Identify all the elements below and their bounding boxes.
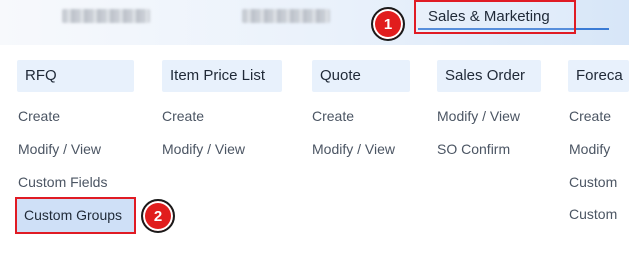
menu-item-quote-modify-view[interactable]: Modify / View xyxy=(312,141,395,157)
callout-badge-2: 2 xyxy=(141,199,175,233)
menu-column-sales-order: Sales Order xyxy=(437,60,541,92)
menu-item-forecast-modify[interactable]: Modify xyxy=(569,141,610,157)
menu-header-item-price-list[interactable]: Item Price List xyxy=(162,60,282,92)
callout-badge-1: 1 xyxy=(371,7,405,41)
menu-item-rfq-create[interactable]: Create xyxy=(18,108,60,124)
menu-header-rfq[interactable]: RFQ xyxy=(17,60,134,92)
menu-item-rfq-custom-groups[interactable]: Custom Groups xyxy=(15,197,136,234)
menu-column-rfq: RFQ xyxy=(17,60,134,92)
menu-item-sales-order-modify-view[interactable]: Modify / View xyxy=(437,108,520,124)
menu-item-forecast-custom-groups[interactable]: Custom xyxy=(569,206,617,222)
menu-header-sales-order[interactable]: Sales Order xyxy=(437,60,541,92)
menu-header-quote[interactable]: Quote xyxy=(312,60,410,92)
menu-item-quote-create[interactable]: Create xyxy=(312,108,354,124)
tab-sales-marketing[interactable]: Sales & Marketing xyxy=(414,0,576,34)
menu-column-quote: Quote xyxy=(312,60,410,92)
menu-item-price-list-modify-view[interactable]: Modify / View xyxy=(162,141,245,157)
menu-item-forecast-create[interactable]: Create xyxy=(569,108,611,124)
menu-item-so-confirm[interactable]: SO Confirm xyxy=(437,141,510,157)
menu-item-forecast-custom-fields[interactable]: Custom xyxy=(569,174,617,190)
menu-item-rfq-custom-fields[interactable]: Custom Fields xyxy=(18,174,107,190)
menu-column-item-price-list: Item Price List xyxy=(162,60,282,92)
menu-header-forecast[interactable]: Foreca xyxy=(568,60,629,92)
blurred-nav-tab[interactable] xyxy=(242,9,330,23)
menu-column-forecast: Foreca xyxy=(568,60,629,92)
blurred-nav-tab[interactable] xyxy=(62,9,150,23)
menu-item-price-list-create[interactable]: Create xyxy=(162,108,204,124)
menu-item-rfq-modify-view[interactable]: Modify / View xyxy=(18,141,101,157)
